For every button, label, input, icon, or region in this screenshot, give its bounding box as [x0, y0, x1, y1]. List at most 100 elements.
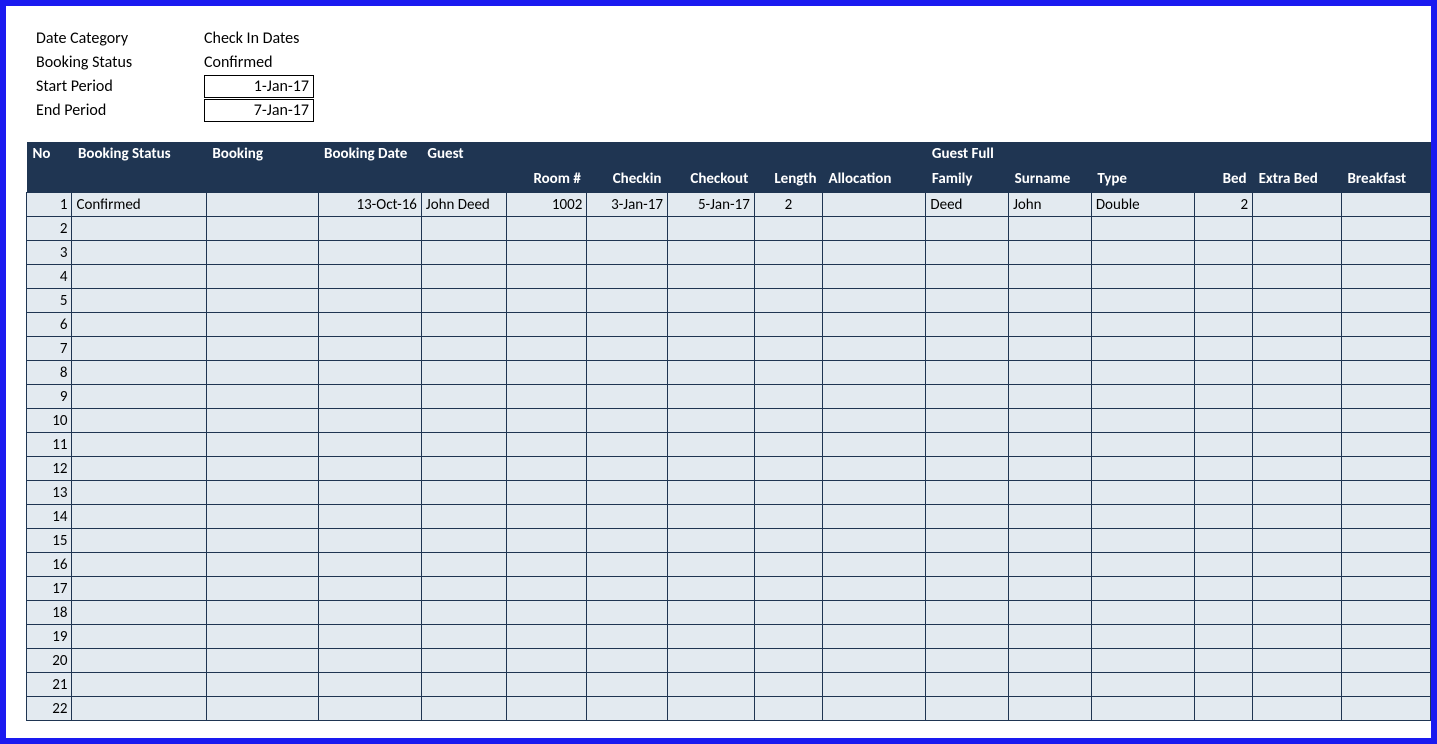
cell-allocation[interactable]: [823, 673, 926, 697]
cell-extra_bed[interactable]: [1253, 697, 1342, 721]
cell-checkin[interactable]: [587, 433, 668, 457]
cell-extra_bed[interactable]: [1253, 385, 1342, 409]
cell-length[interactable]: [754, 385, 822, 409]
table-row[interactable]: 13: [27, 481, 1431, 505]
cell-surname[interactable]: [1009, 241, 1092, 265]
cell-checkin[interactable]: 3-Jan-17: [587, 193, 668, 217]
cell-length[interactable]: [754, 409, 822, 433]
cell-room[interactable]: [506, 433, 587, 457]
cell-booking[interactable]: [206, 385, 318, 409]
cell-booking_status[interactable]: [72, 217, 206, 241]
cell-type[interactable]: [1091, 433, 1194, 457]
cell-length[interactable]: [754, 553, 822, 577]
cell-type[interactable]: [1091, 217, 1194, 241]
cell-no[interactable]: 11: [27, 433, 72, 457]
cell-checkin[interactable]: [587, 649, 668, 673]
cell-guest[interactable]: [421, 697, 506, 721]
cell-booking[interactable]: [206, 265, 318, 289]
cell-room[interactable]: 1002: [506, 193, 587, 217]
cell-checkout[interactable]: [667, 385, 754, 409]
cell-extra_bed[interactable]: [1253, 457, 1342, 481]
cell-breakfast[interactable]: [1341, 625, 1430, 649]
cell-bed[interactable]: [1195, 625, 1253, 649]
cell-surname[interactable]: [1009, 649, 1092, 673]
cell-breakfast[interactable]: [1341, 481, 1430, 505]
cell-checkout[interactable]: [667, 577, 754, 601]
cell-family[interactable]: [926, 649, 1009, 673]
table-row[interactable]: 6: [27, 313, 1431, 337]
table-row[interactable]: 12: [27, 457, 1431, 481]
cell-booking[interactable]: [206, 241, 318, 265]
cell-type[interactable]: [1091, 289, 1194, 313]
cell-bed[interactable]: [1195, 385, 1253, 409]
cell-family[interactable]: [926, 313, 1009, 337]
cell-checkout[interactable]: [667, 409, 754, 433]
cell-family[interactable]: [926, 457, 1009, 481]
cell-checkin[interactable]: [587, 625, 668, 649]
cell-surname[interactable]: [1009, 457, 1092, 481]
cell-bed[interactable]: [1195, 673, 1253, 697]
cell-booking_status[interactable]: [72, 697, 206, 721]
cell-family[interactable]: [926, 505, 1009, 529]
cell-type[interactable]: [1091, 385, 1194, 409]
cell-guest[interactable]: [421, 313, 506, 337]
cell-bed[interactable]: [1195, 481, 1253, 505]
cell-booking_date[interactable]: [318, 217, 421, 241]
cell-bed[interactable]: [1195, 601, 1253, 625]
cell-allocation[interactable]: [823, 505, 926, 529]
cell-room[interactable]: [506, 673, 587, 697]
cell-allocation[interactable]: [823, 577, 926, 601]
cell-surname[interactable]: [1009, 529, 1092, 553]
cell-extra_bed[interactable]: [1253, 625, 1342, 649]
cell-surname[interactable]: [1009, 481, 1092, 505]
cell-length[interactable]: [754, 433, 822, 457]
cell-no[interactable]: 6: [27, 313, 72, 337]
cell-extra_bed[interactable]: [1253, 193, 1342, 217]
cell-booking_status[interactable]: [72, 505, 206, 529]
cell-checkout[interactable]: [667, 313, 754, 337]
cell-booking[interactable]: [206, 625, 318, 649]
cell-checkout[interactable]: [667, 505, 754, 529]
cell-type[interactable]: [1091, 577, 1194, 601]
cell-allocation[interactable]: [823, 457, 926, 481]
cell-checkout[interactable]: 5-Jan-17: [667, 193, 754, 217]
cell-guest[interactable]: [421, 337, 506, 361]
cell-family[interactable]: [926, 241, 1009, 265]
cell-type[interactable]: [1091, 265, 1194, 289]
cell-allocation[interactable]: [823, 361, 926, 385]
cell-checkout[interactable]: [667, 481, 754, 505]
table-row[interactable]: 11: [27, 433, 1431, 457]
cell-booking_date[interactable]: [318, 265, 421, 289]
table-row[interactable]: 16: [27, 553, 1431, 577]
cell-guest[interactable]: [421, 673, 506, 697]
cell-breakfast[interactable]: [1341, 673, 1430, 697]
cell-room[interactable]: [506, 577, 587, 601]
cell-length[interactable]: [754, 673, 822, 697]
cell-no[interactable]: 18: [27, 601, 72, 625]
cell-booking_status[interactable]: [72, 601, 206, 625]
cell-allocation[interactable]: [823, 385, 926, 409]
cell-guest[interactable]: [421, 289, 506, 313]
cell-allocation[interactable]: [823, 337, 926, 361]
table-row[interactable]: 1Confirmed13-Oct-16John Deed10023-Jan-17…: [27, 193, 1431, 217]
cell-room[interactable]: [506, 337, 587, 361]
cell-checkout[interactable]: [667, 553, 754, 577]
cell-surname[interactable]: [1009, 313, 1092, 337]
cell-extra_bed[interactable]: [1253, 529, 1342, 553]
cell-booking_status[interactable]: [72, 361, 206, 385]
cell-booking_date[interactable]: [318, 337, 421, 361]
cell-family[interactable]: [926, 625, 1009, 649]
cell-room[interactable]: [506, 457, 587, 481]
cell-length[interactable]: [754, 241, 822, 265]
cell-room[interactable]: [506, 217, 587, 241]
cell-booking_status[interactable]: [72, 649, 206, 673]
cell-checkin[interactable]: [587, 361, 668, 385]
cell-booking_status[interactable]: [72, 313, 206, 337]
cell-bed[interactable]: [1195, 697, 1253, 721]
cell-guest[interactable]: John Deed: [421, 193, 506, 217]
cell-checkin[interactable]: [587, 337, 668, 361]
cell-family[interactable]: [926, 433, 1009, 457]
cell-booking[interactable]: [206, 313, 318, 337]
cell-checkout[interactable]: [667, 217, 754, 241]
cell-room[interactable]: [506, 649, 587, 673]
